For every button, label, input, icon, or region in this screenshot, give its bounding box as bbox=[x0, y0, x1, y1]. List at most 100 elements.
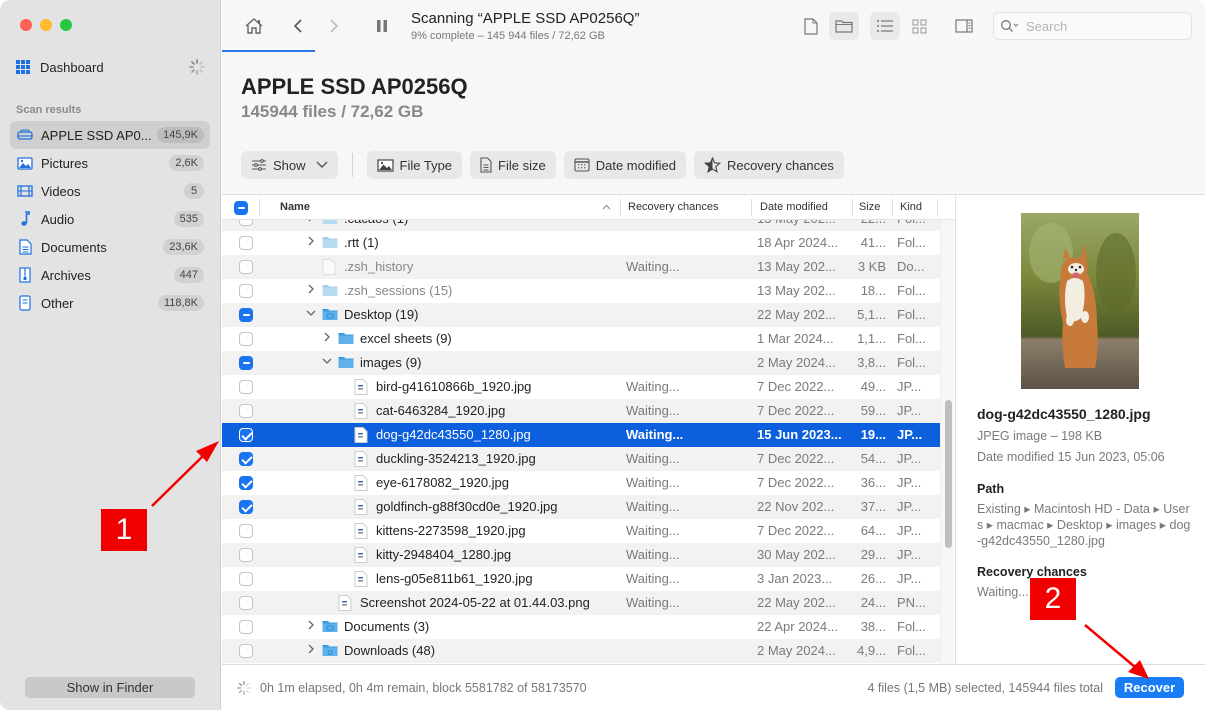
folder-icon bbox=[338, 355, 354, 371]
row-checkbox[interactable] bbox=[239, 476, 253, 490]
sidebar-item-other[interactable]: Other 118,8K bbox=[10, 289, 210, 317]
row-checkbox[interactable] bbox=[239, 284, 253, 298]
toggle-preview-panel-button[interactable] bbox=[949, 12, 979, 40]
row-checkbox[interactable] bbox=[239, 620, 253, 634]
recovery-chance: Waiting... bbox=[626, 379, 680, 394]
pause-scan-button[interactable] bbox=[368, 12, 396, 40]
sidebar-item-videos[interactable]: Videos 5 bbox=[10, 177, 210, 205]
chevron-right-icon[interactable] bbox=[322, 332, 332, 344]
table-row[interactable]: .zsh_sessions (15) 13 May 202... 18... Fol.… bbox=[222, 279, 940, 303]
chevron-down-icon[interactable] bbox=[322, 356, 332, 368]
row-checkbox[interactable] bbox=[239, 596, 253, 610]
chevron-right-icon[interactable] bbox=[306, 236, 316, 248]
column-divider bbox=[937, 199, 938, 216]
chevron-right-icon[interactable] bbox=[306, 284, 316, 296]
table-row[interactable]: eye-6178082_1920.jpg Waiting... 7 Dec 2022… bbox=[222, 471, 940, 495]
file-size: 26... bbox=[860, 571, 886, 586]
row-checkbox[interactable] bbox=[239, 548, 253, 562]
table-row[interactable]: .rtt (1) 18 Apr 2024... 41... Fol... bbox=[222, 231, 940, 255]
column-header-date-modified[interactable]: Date modified bbox=[760, 195, 828, 220]
row-checkbox[interactable] bbox=[239, 572, 253, 586]
row-checkbox[interactable] bbox=[239, 260, 253, 274]
sidebar-item-dashboard[interactable]: Dashboard bbox=[16, 56, 206, 78]
row-checkbox[interactable] bbox=[239, 644, 253, 658]
other-file-icon bbox=[16, 295, 34, 311]
file-kind: Fol... bbox=[897, 235, 926, 250]
home-button[interactable] bbox=[240, 12, 268, 40]
table-row[interactable]: lens-g05e811b61_1920.jpg Waiting... 3 Jan … bbox=[222, 567, 940, 591]
show-in-finder-button[interactable]: Show in Finder bbox=[25, 677, 195, 698]
sidebar-item-documents[interactable]: Documents 23,6K bbox=[10, 233, 210, 261]
table-row[interactable]: Screenshot 2024-05-22 at 01.44.03.png Wai… bbox=[222, 591, 940, 615]
annotation-label-2: 2 bbox=[1030, 578, 1076, 620]
row-checkbox[interactable] bbox=[239, 380, 253, 394]
preview-file-name: dog-g42dc43550_1280.jpg bbox=[977, 406, 1151, 422]
search-input[interactable] bbox=[1026, 18, 1186, 34]
back-button[interactable] bbox=[284, 12, 312, 40]
table-row[interactable]: duckling-3524213_1920.jpg Waiting... 7 Dec… bbox=[222, 447, 940, 471]
file-name: Documents (3) bbox=[344, 619, 430, 634]
file-kind: PN... bbox=[897, 595, 926, 610]
table-row[interactable]: dog-g42dc43550_1280.jpg Waiting... 15 Jun … bbox=[222, 423, 940, 447]
date-modified-filter-button[interactable]: Date modified bbox=[563, 151, 686, 179]
column-header-name[interactable]: Name bbox=[280, 195, 310, 220]
chevron-right-icon[interactable] bbox=[306, 620, 316, 632]
grid-view-button[interactable] bbox=[904, 12, 934, 40]
table-row[interactable]: Downloads (48) 2 May 2024... 4,9... Fol... bbox=[222, 639, 940, 663]
date-modified: 7 Dec 2022... bbox=[757, 403, 835, 418]
forward-button[interactable] bbox=[320, 12, 348, 40]
column-header-size[interactable]: Size bbox=[859, 195, 880, 220]
row-checkbox[interactable] bbox=[239, 332, 253, 346]
table-scrollbar[interactable] bbox=[940, 220, 955, 664]
date-modified: 2 May 2024... bbox=[757, 355, 836, 370]
folder-view-button[interactable] bbox=[829, 12, 859, 40]
zoom-window-button[interactable] bbox=[60, 19, 72, 31]
sidebar-item-pictures[interactable]: Pictures 2,6K bbox=[10, 149, 210, 177]
table-row[interactable]: bird-g41610866b_1920.jpg Waiting... 7 Dec … bbox=[222, 375, 940, 399]
chevron-left-icon bbox=[293, 19, 302, 33]
sidebar-item-audio[interactable]: Audio 535 bbox=[10, 205, 210, 233]
column-divider bbox=[751, 199, 752, 216]
table-row[interactable]: images (9) 2 May 2024... 3,8... Fol... bbox=[222, 351, 940, 375]
file-size-filter-button[interactable]: File size bbox=[470, 151, 556, 179]
row-checkbox[interactable] bbox=[239, 308, 253, 322]
list-view-button[interactable] bbox=[870, 12, 900, 40]
preview-recovery-label: Recovery chances bbox=[977, 565, 1087, 579]
table-row[interactable]: goldfinch-g88f30cd0e_1920.jpg Waiting... 2… bbox=[222, 495, 940, 519]
row-checkbox[interactable] bbox=[239, 236, 253, 250]
table-row[interactable]: kitty-2948404_1280.jpg Waiting... 30 May 2… bbox=[222, 543, 940, 567]
pause-icon bbox=[377, 20, 387, 32]
table-row[interactable]: excel sheets (9) 1 Mar 2024... 1,1... Fol..… bbox=[222, 327, 940, 351]
chevron-down-icon[interactable] bbox=[306, 308, 316, 320]
minimize-window-button[interactable] bbox=[40, 19, 52, 31]
annotation-label-1: 1 bbox=[101, 509, 147, 551]
close-window-button[interactable] bbox=[20, 19, 32, 31]
file-name: Downloads (48) bbox=[344, 643, 436, 658]
sidebar-item-drive[interactable]: APPLE SSD AP0... 145,9K bbox=[10, 121, 210, 149]
file-type-filter-button[interactable]: File Type bbox=[366, 151, 463, 179]
row-checkbox[interactable] bbox=[239, 524, 253, 538]
chevron-right-icon[interactable] bbox=[306, 644, 316, 656]
recovery-chances-filter-button[interactable]: Recovery chances bbox=[693, 151, 844, 179]
row-checkbox[interactable] bbox=[239, 356, 253, 370]
file-view-button[interactable] bbox=[796, 12, 826, 40]
scrollbar-thumb[interactable] bbox=[945, 400, 952, 548]
search-field[interactable] bbox=[993, 12, 1192, 40]
row-checkbox[interactable] bbox=[239, 404, 253, 418]
row-checkbox[interactable] bbox=[239, 500, 253, 514]
table-row[interactable]: .zsh_history Waiting... 13 May 202... 3 KB D… bbox=[222, 255, 940, 279]
column-header-kind[interactable]: Kind bbox=[900, 195, 922, 220]
recover-button[interactable]: Recover bbox=[1115, 677, 1184, 698]
row-checkbox[interactable] bbox=[239, 452, 253, 466]
sort-ascending-icon[interactable] bbox=[602, 195, 611, 220]
table-row[interactable]: kittens-2273598_1920.jpg Waiting... 7 Dec … bbox=[222, 519, 940, 543]
show-filter-dropdown[interactable]: Show bbox=[241, 151, 338, 179]
image-file-icon bbox=[354, 499, 370, 515]
row-checkbox[interactable] bbox=[239, 428, 253, 442]
table-row[interactable]: Desktop (19) 22 May 202... 5,1... Fol... bbox=[222, 303, 940, 327]
sidebar-item-archives[interactable]: Archives 447 bbox=[10, 261, 210, 289]
table-row[interactable]: cat-6463284_1920.jpg Waiting... 7 Dec 2022… bbox=[222, 399, 940, 423]
select-all-checkbox[interactable] bbox=[234, 201, 248, 215]
table-row[interactable]: Documents (3) 22 Apr 2024... 38... Fol... bbox=[222, 615, 940, 639]
column-header-recovery-chances[interactable]: Recovery chances bbox=[628, 195, 719, 220]
